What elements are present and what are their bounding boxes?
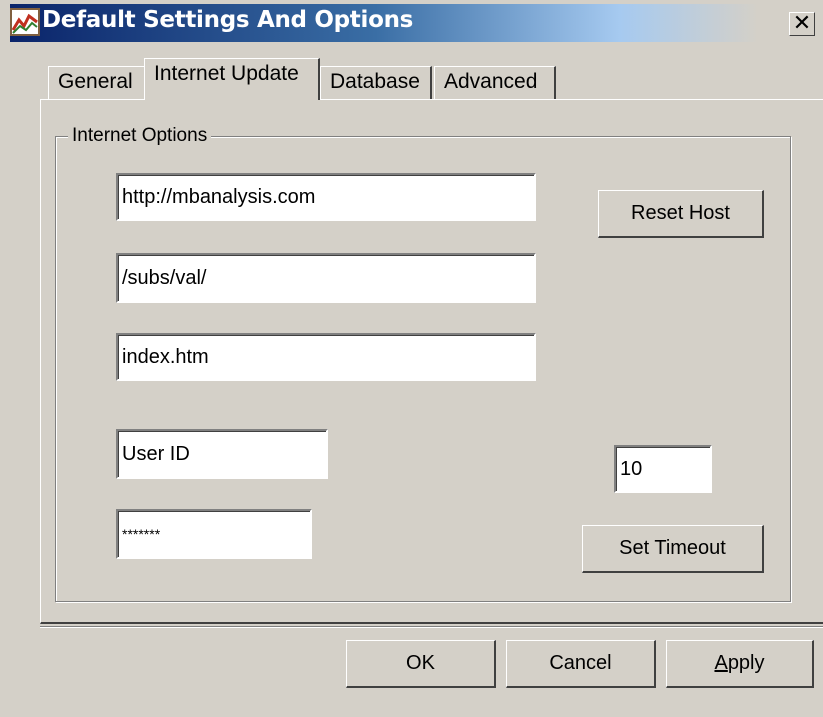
cancel-label: Cancel — [549, 652, 612, 674]
tab-label: Internet Update — [154, 62, 299, 85]
apply-button[interactable]: Apply — [666, 640, 814, 688]
close-icon: ✕ — [792, 10, 812, 35]
password-input[interactable] — [116, 509, 312, 559]
cancel-button[interactable]: Cancel — [506, 640, 656, 688]
chart-icon — [10, 8, 40, 36]
host-url-input[interactable] — [116, 173, 536, 221]
timeout-input[interactable] — [614, 445, 712, 493]
apply-label: Apply — [714, 641, 764, 685]
title-bar[interactable]: Default Settings And Options — [10, 4, 823, 42]
reset-host-label: Reset Host — [631, 202, 730, 224]
apply-label-rest: pply — [727, 652, 765, 674]
ok-label: OK — [406, 652, 435, 674]
footer-separator — [40, 626, 823, 628]
close-button[interactable]: ✕ — [789, 12, 815, 36]
tab-label: General — [58, 70, 133, 93]
set-timeout-label: Set Timeout — [619, 537, 726, 559]
internet-options-label: Internet Options — [68, 125, 212, 147]
reset-host-button[interactable]: Reset Host — [598, 190, 764, 238]
tab-general[interactable]: General — [48, 66, 144, 102]
tab-label: Database — [330, 70, 420, 93]
tab-advanced[interactable]: Advanced — [434, 66, 556, 102]
user-id-input[interactable] — [116, 429, 328, 479]
tab-internet-update[interactable]: Internet Update — [144, 58, 320, 100]
path-input[interactable] — [116, 253, 536, 303]
window-title: Default Settings And Options — [42, 7, 414, 33]
ok-button[interactable]: OK — [346, 640, 496, 688]
tab-database[interactable]: Database — [320, 66, 432, 102]
tab-label: Advanced — [444, 70, 538, 93]
set-timeout-button[interactable]: Set Timeout — [582, 525, 764, 573]
apply-accelerator: A — [714, 652, 728, 674]
file-input[interactable] — [116, 333, 536, 381]
